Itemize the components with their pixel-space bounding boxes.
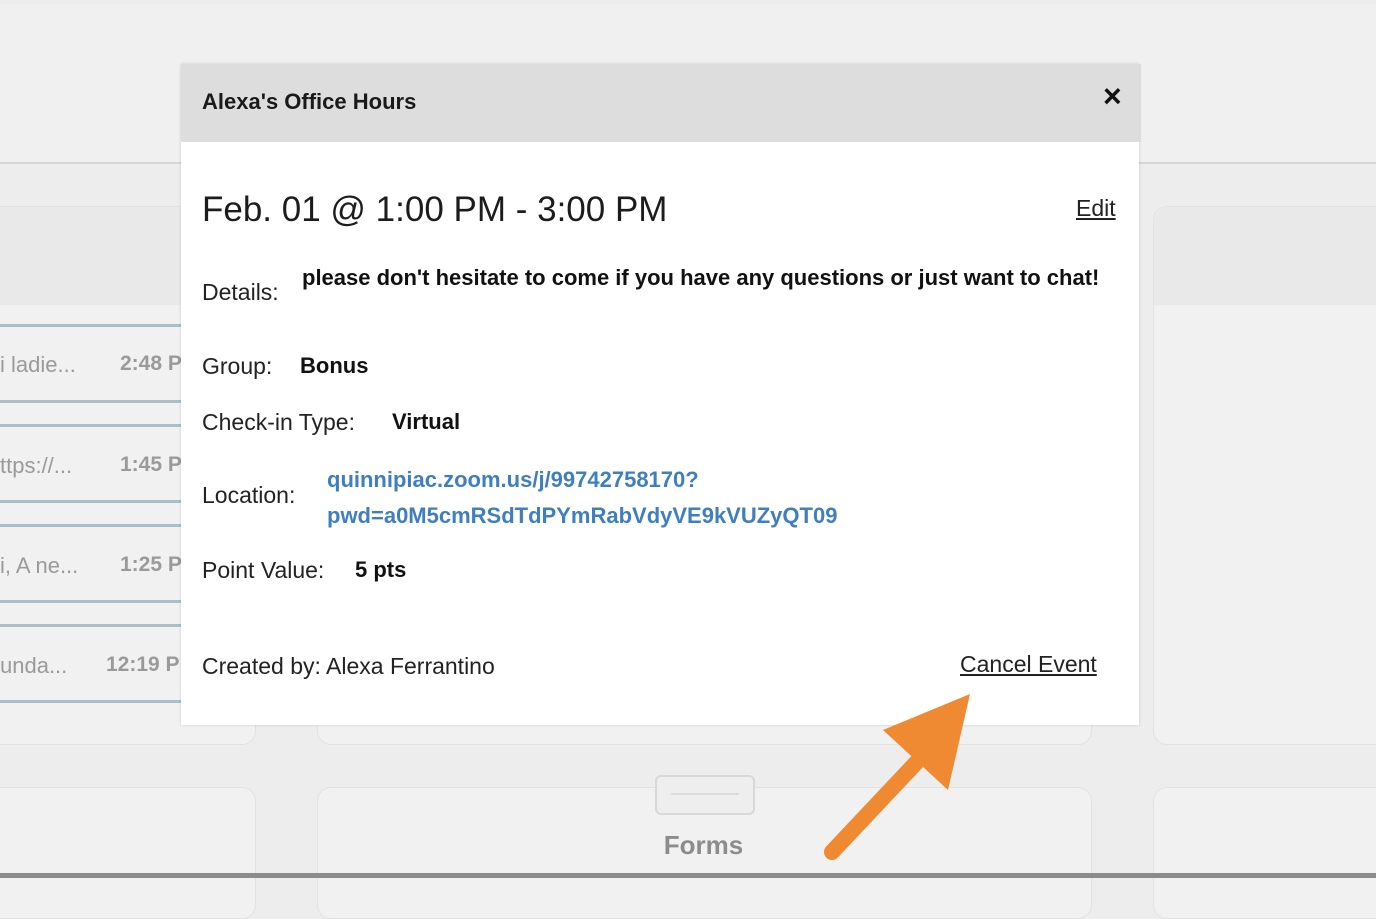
arrow-shaft (824, 740, 938, 860)
annotation-arrow (824, 694, 970, 860)
